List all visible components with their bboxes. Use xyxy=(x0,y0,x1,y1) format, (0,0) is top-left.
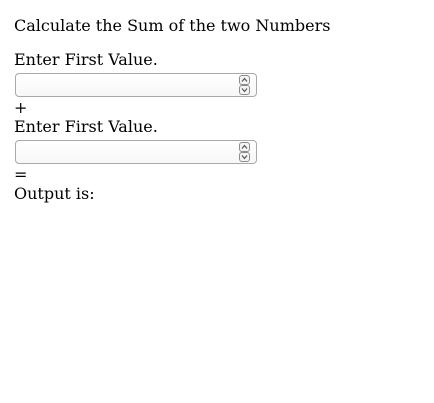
second-value-field[interactable] xyxy=(15,140,257,164)
second-value-spinner xyxy=(239,142,250,162)
first-value-label: Enter First Value. xyxy=(14,50,158,69)
page-title: Calculate the Sum of the two Numbers xyxy=(14,16,331,35)
first-value-field[interactable] xyxy=(15,73,257,97)
second-value-label: Enter First Value. xyxy=(14,117,158,136)
equals-symbol: = xyxy=(14,165,28,184)
first-value-spinner xyxy=(239,75,250,95)
second-value-input[interactable] xyxy=(18,143,232,161)
plus-symbol: + xyxy=(14,98,28,117)
chevron-up-icon[interactable] xyxy=(239,75,250,85)
chevron-down-icon[interactable] xyxy=(239,152,250,162)
first-value-input[interactable] xyxy=(18,76,232,94)
output-label: Output is: xyxy=(14,184,95,203)
chevron-down-icon[interactable] xyxy=(239,85,250,95)
chevron-up-icon[interactable] xyxy=(239,142,250,152)
